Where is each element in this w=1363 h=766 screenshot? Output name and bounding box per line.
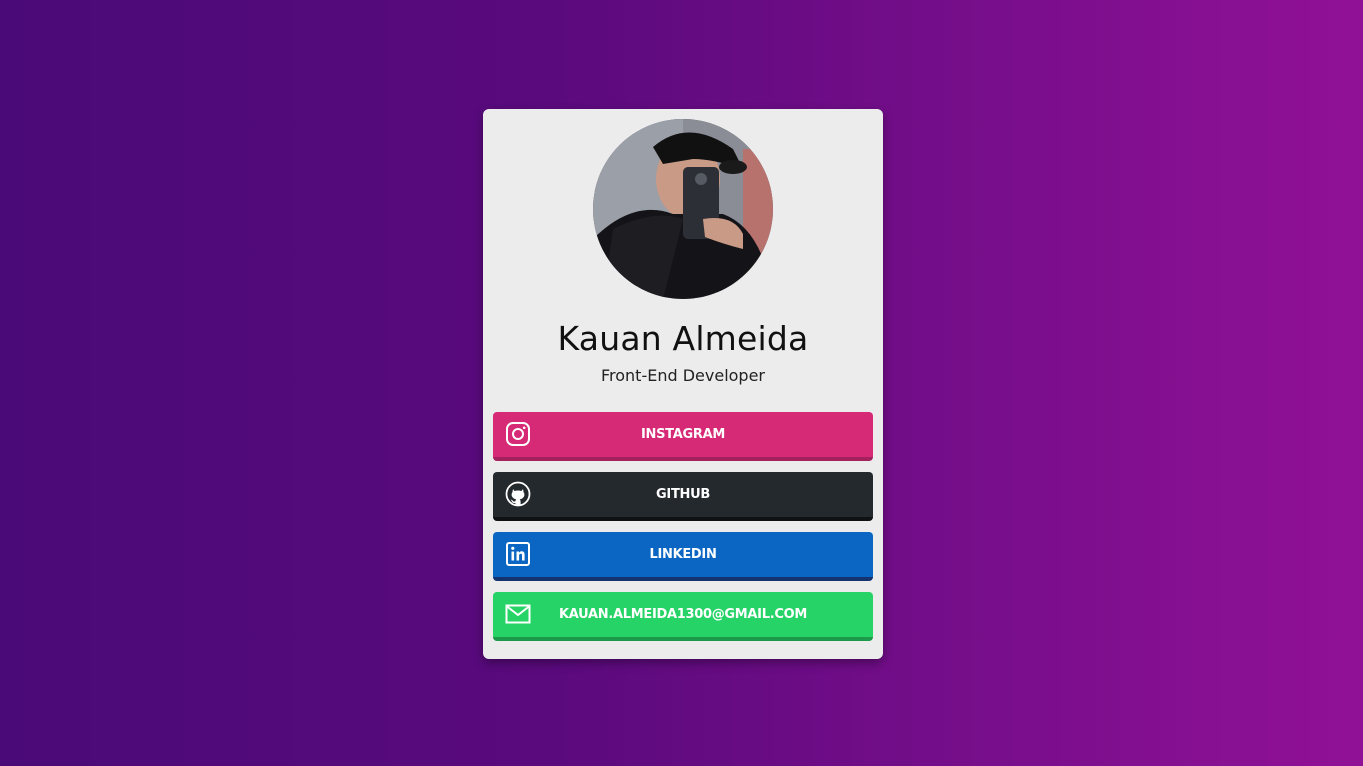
github-button[interactable]: GITHUB <box>493 472 873 521</box>
profile-name: Kauan Almeida <box>557 319 809 358</box>
email-label: KAUAN.ALMEIDA1300@GMAIL.COM <box>559 607 807 622</box>
email-button[interactable]: KAUAN.ALMEIDA1300@GMAIL.COM <box>493 592 873 641</box>
profile-role: Front-End Developer <box>600 366 766 385</box>
avatar-photo <box>593 119 773 299</box>
avatar <box>593 119 773 299</box>
profile-card: Kauan Almeida Front-End Developer INSTAG… <box>483 109 883 659</box>
instagram-button[interactable]: INSTAGRAM <box>493 412 873 461</box>
github-label: GITHUB <box>656 487 710 502</box>
linkedin-button[interactable]: LINKEDIN <box>493 532 873 581</box>
linkedin-label: LINKEDIN <box>649 547 717 562</box>
instagram-label: INSTAGRAM <box>641 427 725 442</box>
